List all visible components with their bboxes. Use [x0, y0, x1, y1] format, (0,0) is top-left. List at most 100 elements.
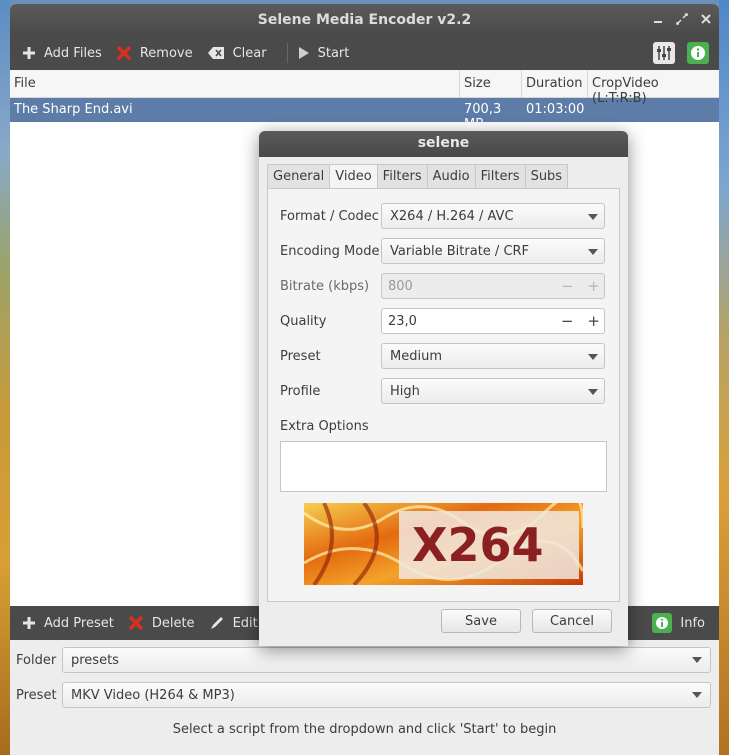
x264-preset-value: Medium [390, 349, 442, 364]
preset-field-row: Preset Medium [280, 343, 606, 369]
bitrate-row: Bitrate (kbps) 800 − + [280, 273, 606, 299]
info-label: Info [680, 615, 705, 631]
chevron-down-icon [588, 214, 598, 220]
encoding-mode-value: Variable Bitrate / CRF [390, 244, 530, 259]
add-preset-label: Add Preset [44, 615, 114, 631]
bitrate-label: Bitrate (kbps) [280, 278, 370, 294]
tab-video-filters[interactable]: Filters [376, 164, 428, 188]
settings-sliders-icon[interactable] [653, 42, 675, 64]
folder-label: Folder [16, 652, 57, 668]
column-header-crop[interactable]: CropVideo (L:T:R:B) [588, 70, 719, 106]
preset-dropdown[interactable]: MKV Video (H264 & MP3) [62, 682, 711, 708]
remove-button[interactable]: Remove [114, 45, 205, 61]
column-header-file[interactable]: File [10, 70, 460, 97]
chevron-down-icon [588, 249, 598, 255]
plus-icon: + [587, 277, 600, 295]
tab-subs[interactable]: Subs [524, 164, 569, 188]
bitrate-value: 800 [388, 279, 413, 294]
start-button[interactable]: Start [296, 46, 362, 61]
table-row[interactable]: The Sharp End.avi 700,3 MB 01:03:00 [10, 98, 719, 132]
start-label: Start [317, 45, 350, 61]
column-header-duration[interactable]: Duration [522, 70, 588, 97]
minus-icon: − [560, 277, 574, 295]
file-size-cell: 700,3 MB [464, 102, 502, 132]
file-crop-cell [588, 98, 719, 122]
x264-logo: X264 [303, 494, 585, 587]
quality-row: Quality 23,0 − + [280, 308, 606, 334]
profile-value: High [390, 384, 420, 399]
quality-decrement-button[interactable]: − [561, 312, 574, 330]
remove-label: Remove [139, 45, 193, 61]
encoding-mode-row: Encoding Mode Variable Bitrate / CRF [280, 238, 606, 264]
x264-preset-label: Preset [280, 348, 321, 364]
pencil-icon [210, 617, 223, 629]
info-icon [652, 613, 673, 633]
file-name-cell: The Sharp End.avi [14, 102, 133, 117]
add-files-label: Add Files [44, 45, 102, 61]
preset-edit-dialog: selene General Video Filters Audio Filte… [259, 131, 628, 646]
quality-increment-button[interactable]: + [587, 312, 600, 330]
tab-video[interactable]: Video [329, 164, 378, 189]
quality-spinner[interactable]: 23,0 − + [381, 308, 605, 334]
format-codec-value: X264 / H.264 / AVC [390, 209, 514, 224]
x264-preset-dropdown[interactable]: Medium [381, 343, 605, 369]
tab-audio-filters[interactable]: Filters [474, 164, 526, 188]
format-codec-dropdown[interactable]: X264 / H.264 / AVC [381, 203, 605, 229]
about-info-icon[interactable] [687, 42, 709, 64]
preset-label: Preset [16, 687, 57, 703]
chevron-down-icon [588, 389, 598, 395]
add-files-button[interactable]: Add Files [20, 46, 114, 61]
status-text: Select a script from the dropdown and cl… [172, 722, 557, 737]
toolbar-separator [286, 43, 288, 63]
clear-label: Clear [232, 45, 267, 61]
edit-label: Edit [232, 615, 258, 631]
preset-row: Preset MKV Video (H264 & MP3) [10, 682, 719, 708]
plus-icon [23, 47, 35, 59]
column-header-size[interactable]: Size [460, 70, 522, 97]
profile-row: Profile High [280, 378, 606, 404]
list-header: File Size Duration CropVideo (L:T:R:B) [10, 70, 719, 106]
folder-dropdown[interactable]: presets [62, 647, 711, 673]
chevron-down-icon [692, 692, 702, 698]
video-tab-panel: Format / Codec X264 / H.264 / AVC Encodi… [267, 188, 620, 602]
profile-label: Profile [280, 383, 321, 399]
chevron-down-icon [588, 354, 598, 360]
folder-value: presets [71, 652, 119, 668]
cancel-button[interactable]: Cancel [532, 609, 612, 633]
plus-icon [23, 617, 35, 629]
tab-general[interactable]: General [267, 164, 331, 188]
add-preset-button[interactable]: Add Preset [20, 616, 126, 631]
dialog-title[interactable]: selene [259, 131, 628, 157]
logo-text: X264 [412, 518, 544, 572]
encoding-mode-dropdown[interactable]: Variable Bitrate / CRF [381, 238, 605, 264]
tab-audio[interactable]: Audio [426, 164, 476, 188]
window-title: Selene Media Encoder v2.2 [257, 12, 472, 28]
folder-row: Folder presets [10, 647, 719, 673]
delete-label: Delete [151, 615, 195, 631]
desktop-wallpaper-right [719, 0, 729, 755]
info-button[interactable]: Info [650, 613, 719, 633]
play-icon [298, 47, 309, 59]
clear-icon [207, 47, 224, 59]
desktop-wallpaper-left [0, 0, 10, 755]
minimize-icon[interactable] [651, 12, 665, 26]
maximize-icon[interactable] [675, 12, 689, 26]
profile-dropdown[interactable]: High [381, 378, 605, 404]
close-icon[interactable] [699, 12, 713, 26]
encoding-mode-label: Encoding Mode [280, 243, 380, 259]
save-button[interactable]: Save [441, 609, 521, 633]
red-x-icon [128, 615, 144, 631]
titlebar[interactable]: Selene Media Encoder v2.2 [10, 4, 719, 36]
quality-label: Quality [280, 313, 327, 329]
file-duration-cell: 01:03:00 [526, 102, 585, 117]
delete-preset-button[interactable]: Delete [126, 615, 207, 631]
chevron-down-icon [692, 657, 702, 663]
format-codec-label: Format / Codec [280, 208, 379, 224]
extra-options-label: Extra Options [280, 419, 369, 434]
preset-value: MKV Video (H264 & MP3) [71, 687, 235, 703]
clear-button[interactable]: Clear [205, 46, 279, 61]
bitrate-spinner: 800 − + [381, 273, 605, 299]
red-x-icon [116, 45, 132, 61]
quality-value[interactable]: 23,0 [388, 314, 417, 329]
extra-options-textarea[interactable] [280, 441, 607, 492]
